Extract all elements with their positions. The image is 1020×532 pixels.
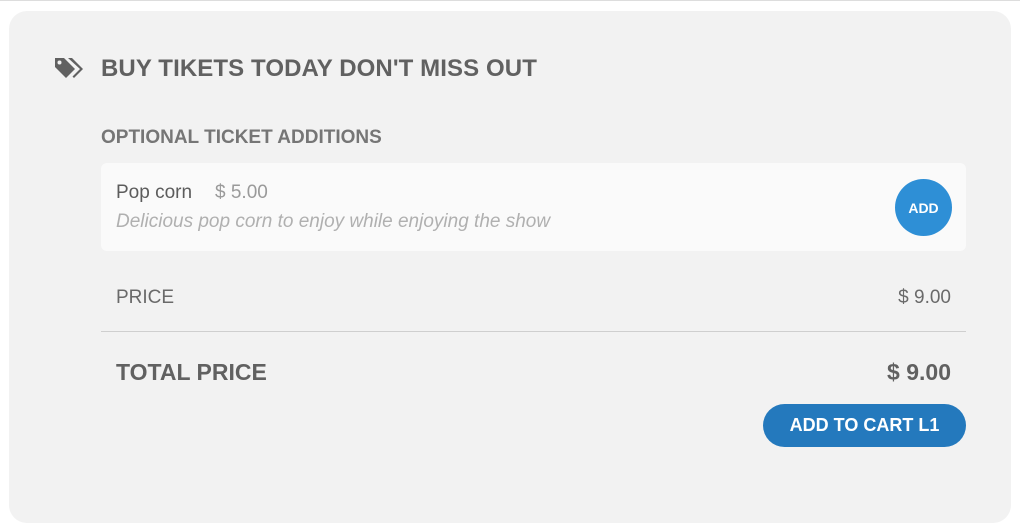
total-price-label: TOTAL PRICE (116, 359, 267, 385)
ticket-card: BUY TIKETS TODAY DON'T MISS OUT OPTIONAL… (9, 11, 1011, 523)
addon-name: Pop corn (116, 182, 193, 203)
tags-icon (54, 56, 86, 82)
summary-divider (101, 331, 966, 332)
add-popcorn-button[interactable]: ADD (895, 179, 952, 236)
price-label: PRICE (116, 287, 175, 308)
addon-price: $ 5.00 (215, 182, 268, 203)
additions-section-title: OPTIONAL TICKET ADDITIONS (101, 127, 382, 148)
price-value: $ 9.00 (898, 287, 951, 308)
card-header: BUY TIKETS TODAY DON'T MISS OUT (54, 55, 537, 83)
price-row: PRICE $ 9.00 (101, 287, 966, 315)
page-title: BUY TIKETS TODAY DON'T MISS OUT (101, 55, 537, 82)
add-to-cart-button[interactable]: ADD TO CART L1 (763, 404, 966, 447)
top-divider (0, 0, 1020, 1)
total-price-value: $ 9.00 (887, 359, 951, 385)
addon-description: Delicious pop corn to enjoy while enjoyi… (116, 211, 551, 232)
addon-item-popcorn: Pop corn $ 5.00 Delicious pop corn to en… (101, 163, 966, 251)
